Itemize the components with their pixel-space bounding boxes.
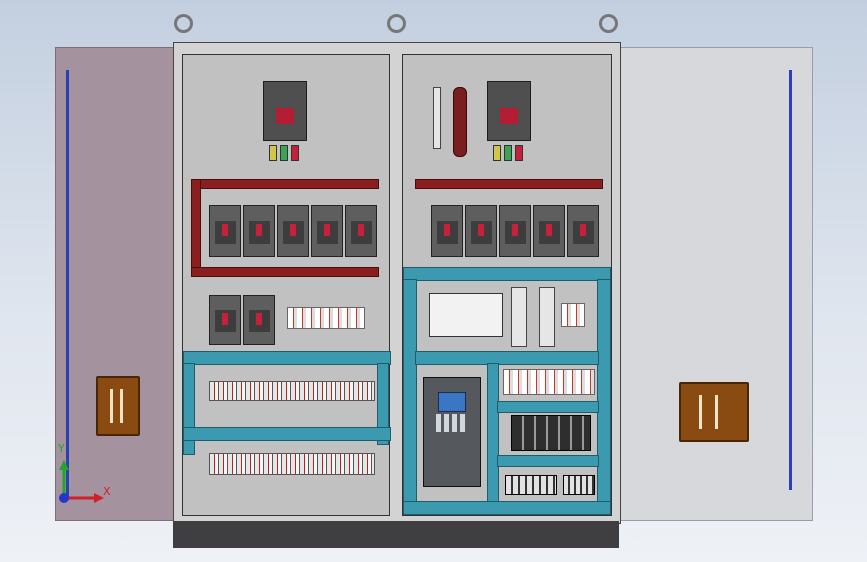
right-main-breaker-icon[interactable]	[487, 81, 531, 141]
terminal-block-row	[287, 307, 365, 329]
left-mounting-plate	[182, 54, 391, 516]
breaker-icon[interactable]	[243, 205, 275, 257]
wire-duct-vertical	[487, 363, 499, 505]
wire-duct-right	[597, 279, 611, 505]
main-lug-l3	[515, 145, 523, 161]
wire-duct-horizontal	[183, 427, 391, 441]
cabinet-plinth	[173, 521, 619, 548]
terminal-block-row	[505, 475, 557, 495]
right-cabinet-door[interactable]	[618, 47, 813, 521]
breaker-icon[interactable]	[311, 205, 343, 257]
variable-frequency-drive-icon[interactable]	[423, 377, 481, 487]
wire-duct-left	[183, 363, 195, 455]
wire-duct-bottom	[403, 501, 611, 515]
wire-duct-left	[403, 279, 417, 505]
right-door-lock-rod	[789, 70, 792, 490]
wire-duct-horizontal	[403, 267, 611, 281]
wire-duct-horizontal	[415, 351, 599, 365]
main-lug-l1	[269, 145, 277, 161]
ground-bar	[453, 87, 467, 157]
wire-duct-horizontal	[497, 455, 599, 467]
plc-module-icon[interactable]	[429, 293, 503, 337]
left-main-breaker-icon[interactable]	[263, 81, 307, 141]
left-eyebolt-icon	[174, 14, 193, 33]
axis-x-label: X	[103, 485, 111, 498]
left-door-lock-rod	[66, 70, 69, 500]
right-mounting-plate	[402, 54, 612, 516]
wire-duct-horizontal	[497, 401, 599, 413]
top-busbar	[415, 179, 603, 189]
breaker-icon[interactable]	[499, 205, 531, 257]
main-lug-l3	[291, 145, 299, 161]
breaker-icon[interactable]	[345, 205, 377, 257]
axis-y-label: Y	[58, 442, 65, 455]
left-cabinet-door[interactable]	[55, 47, 177, 521]
relay-bank	[511, 415, 591, 451]
top-busbar	[191, 179, 379, 189]
terminal-block-row	[561, 303, 585, 327]
main-lug-l2	[280, 145, 288, 161]
coordinate-axis-triad	[59, 460, 104, 503]
bottom-busbar	[191, 267, 379, 277]
z-axis-dot	[59, 493, 69, 503]
terminal-strip	[209, 381, 375, 401]
power-supply-module	[539, 287, 555, 347]
center-eyebolt-icon	[387, 14, 406, 33]
right-eyebolt-icon	[599, 14, 618, 33]
power-supply-module	[511, 287, 527, 347]
breaker-icon[interactable]	[567, 205, 599, 257]
left-door-handle-icon[interactable]	[96, 376, 140, 436]
terminal-block-row	[563, 475, 595, 495]
breaker-icon[interactable]	[277, 205, 309, 257]
breaker-icon[interactable]	[243, 295, 275, 345]
breaker-icon[interactable]	[209, 205, 241, 257]
neutral-bar	[433, 87, 441, 149]
vertical-busbar	[191, 179, 201, 273]
wire-duct-horizontal	[183, 351, 391, 365]
breaker-icon[interactable]	[533, 205, 565, 257]
breaker-icon[interactable]	[209, 295, 241, 345]
breaker-icon[interactable]	[431, 205, 463, 257]
main-lug-l1	[493, 145, 501, 161]
main-lug-l2	[504, 145, 512, 161]
terminal-strip	[209, 453, 375, 475]
terminal-block-row	[503, 369, 595, 395]
breaker-icon[interactable]	[465, 205, 497, 257]
right-door-handle-icon[interactable]	[679, 382, 749, 442]
